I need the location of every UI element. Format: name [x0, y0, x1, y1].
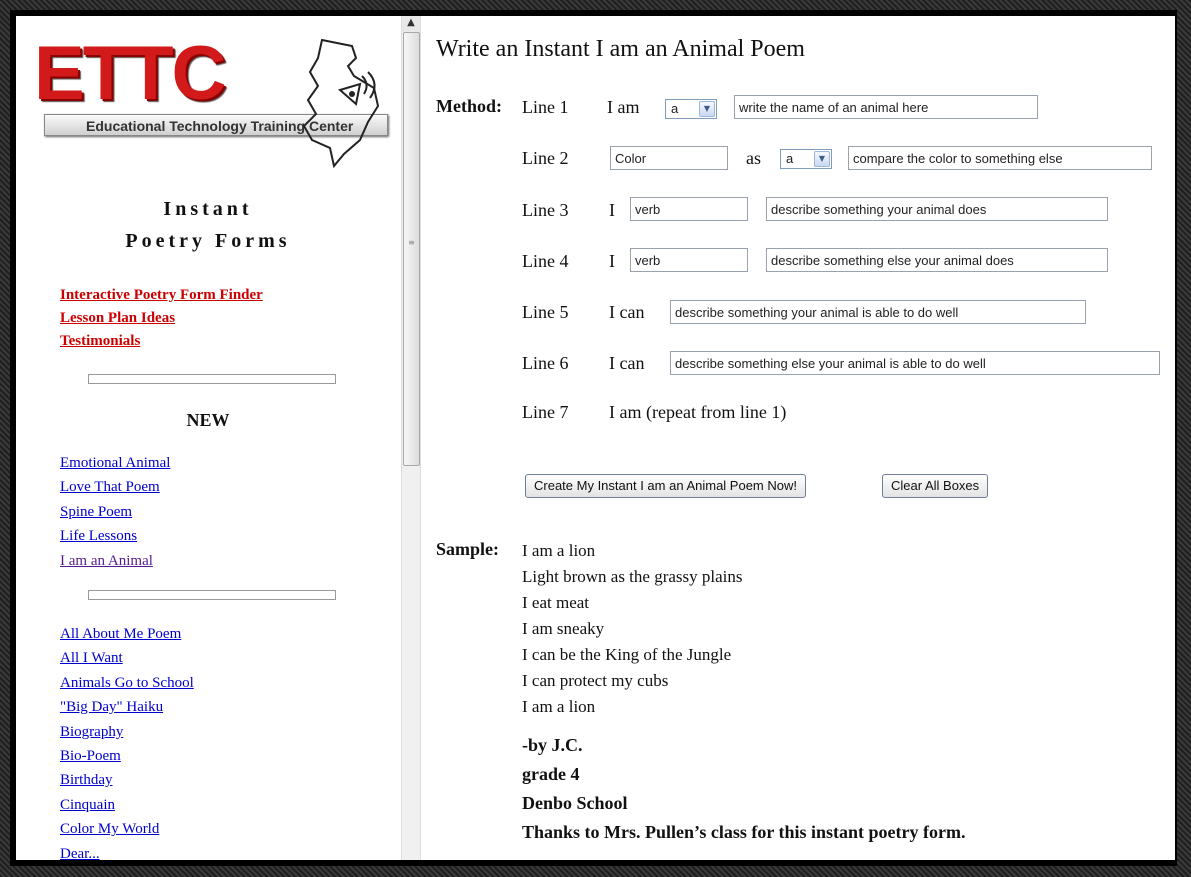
line-7-text: I am (repeat from line 1): [609, 402, 787, 422]
link-color-my-world[interactable]: Color My World: [60, 817, 194, 841]
line-7-label: Line 7: [522, 402, 569, 422]
line-1-article-select[interactable]: a ▼: [665, 99, 717, 119]
line-5-word: I can: [609, 302, 645, 322]
sample-line: I am sneaky: [522, 619, 605, 638]
link-all-about-me[interactable]: All About Me Poem: [60, 622, 194, 646]
browser-page: ETTC Educational Technology Training Cen…: [16, 16, 1175, 860]
line-2-color-input[interactable]: Color: [610, 146, 728, 170]
line-3-describe-input[interactable]: describe something your animal does: [766, 197, 1108, 221]
sample-line: I can protect my cubs: [522, 671, 669, 690]
link-love-that-poem[interactable]: Love That Poem: [60, 475, 170, 499]
divider: [88, 590, 336, 600]
line-1-animal-input[interactable]: write the name of an animal here: [734, 95, 1038, 119]
grip-icon: ≡: [408, 238, 415, 247]
line-2-article-select[interactable]: a ▼: [780, 149, 832, 169]
page-title: Write an Instant I am an Animal Poem: [436, 36, 805, 62]
link-dear[interactable]: Dear...: [60, 842, 194, 860]
dropdown-arrow-icon[interactable]: ▼: [814, 151, 830, 167]
method-label: Method:: [436, 96, 502, 116]
line-4-describe-input[interactable]: describe something else your animal does: [766, 248, 1108, 272]
line-1-word: I am: [607, 97, 640, 117]
line-6-ability-input[interactable]: describe something else your animal is a…: [670, 351, 1160, 375]
sample-line: Light brown as the grassy plains: [522, 567, 743, 586]
line-6-label: Line 6: [522, 353, 569, 373]
dropdown-arrow-icon[interactable]: ▼: [699, 101, 715, 117]
sidebar-title-line1: Instant: [163, 198, 253, 220]
link-i-am-an-animal[interactable]: I am an Animal: [60, 549, 170, 573]
line-5-label: Line 5: [522, 302, 569, 322]
line-4-word: I: [609, 251, 615, 271]
line-2-compare-input[interactable]: compare the color to something else: [848, 146, 1152, 170]
line-3-verb-input[interactable]: verb: [630, 197, 748, 221]
link-big-day-haiku[interactable]: "Big Day" Haiku: [60, 695, 194, 719]
line-4-verb-input[interactable]: verb: [630, 248, 748, 272]
scroll-up-arrow-icon[interactable]: ▲: [402, 16, 420, 32]
new-heading: NEW: [186, 410, 230, 430]
line-3-label: Line 3: [522, 200, 569, 220]
logo-wordmark: ETTC: [34, 31, 226, 116]
sample-poem: I am a lion Light brown as the grassy pl…: [522, 538, 743, 720]
credit-grade: grade 4: [522, 764, 580, 784]
sample-line: I eat meat: [522, 593, 590, 612]
link-animals-go-to-school[interactable]: Animals Go to School: [60, 671, 194, 695]
line-6-word: I can: [609, 353, 645, 373]
link-life-lessons[interactable]: Life Lessons: [60, 524, 170, 548]
divider: [88, 374, 336, 384]
line-3-word: I: [609, 200, 615, 220]
sample-label: Sample:: [436, 539, 499, 559]
link-poetry-form-finder[interactable]: Interactive Poetry Form Finder: [60, 284, 263, 307]
clear-all-button[interactable]: Clear All Boxes: [882, 474, 989, 498]
create-poem-button[interactable]: Create My Instant I am an Animal Poem No…: [525, 474, 806, 498]
sample-credits: -by J.C. grade 4 Denbo School Thanks to …: [522, 731, 966, 847]
link-bio-poem[interactable]: Bio-Poem: [60, 744, 194, 768]
sidebar-title-line2: Poetry Forms: [125, 230, 291, 252]
line-2-label: Line 2: [522, 148, 569, 168]
credit-thanks: Thanks to Mrs. Pullen’s class for this i…: [522, 822, 966, 842]
link-testimonials[interactable]: Testimonials: [60, 330, 263, 353]
featured-links: Interactive Poetry Form Finder Lesson Pl…: [60, 284, 263, 353]
link-birthday[interactable]: Birthday: [60, 768, 194, 792]
link-lesson-plan-ideas[interactable]: Lesson Plan Ideas: [60, 307, 263, 330]
sample-line: I can be the King of the Jungle: [522, 645, 732, 664]
line-2-select-value: a: [786, 151, 794, 166]
link-biography[interactable]: Biography: [60, 720, 194, 744]
sample-line: I am a lion: [522, 697, 596, 716]
scroll-thumb[interactable]: ≡: [403, 32, 420, 466]
line-4-label: Line 4: [522, 251, 569, 271]
new-poem-links: Emotional Animal Love That Poem Spine Po…: [60, 451, 170, 573]
credit-author: -by J.C.: [522, 735, 583, 755]
line-1-select-value: a: [671, 101, 679, 116]
link-emotional-animal[interactable]: Emotional Animal: [60, 451, 170, 475]
credit-school: Denbo School: [522, 793, 628, 813]
main-content: Write an Instant I am an Animal Poem Met…: [420, 16, 1175, 860]
line-1-label: Line 1: [522, 97, 569, 117]
line-2-word: as: [746, 148, 761, 168]
link-spine-poem[interactable]: Spine Poem: [60, 500, 170, 524]
sample-line: I am a lion: [522, 541, 596, 560]
link-all-i-want[interactable]: All I Want: [60, 646, 194, 670]
sidebar: ETTC Educational Technology Training Cen…: [16, 16, 400, 860]
link-cinquain[interactable]: Cinquain: [60, 793, 194, 817]
ettc-logo[interactable]: ETTC Educational Technology Training Cen…: [34, 31, 400, 168]
line-5-ability-input[interactable]: describe something your animal is able t…: [670, 300, 1086, 324]
new-jersey-map-icon: [302, 38, 380, 168]
sidebar-scrollbar[interactable]: ▲ ≡: [401, 16, 421, 860]
poem-form-links: All About Me Poem All I Want Animals Go …: [60, 622, 194, 860]
